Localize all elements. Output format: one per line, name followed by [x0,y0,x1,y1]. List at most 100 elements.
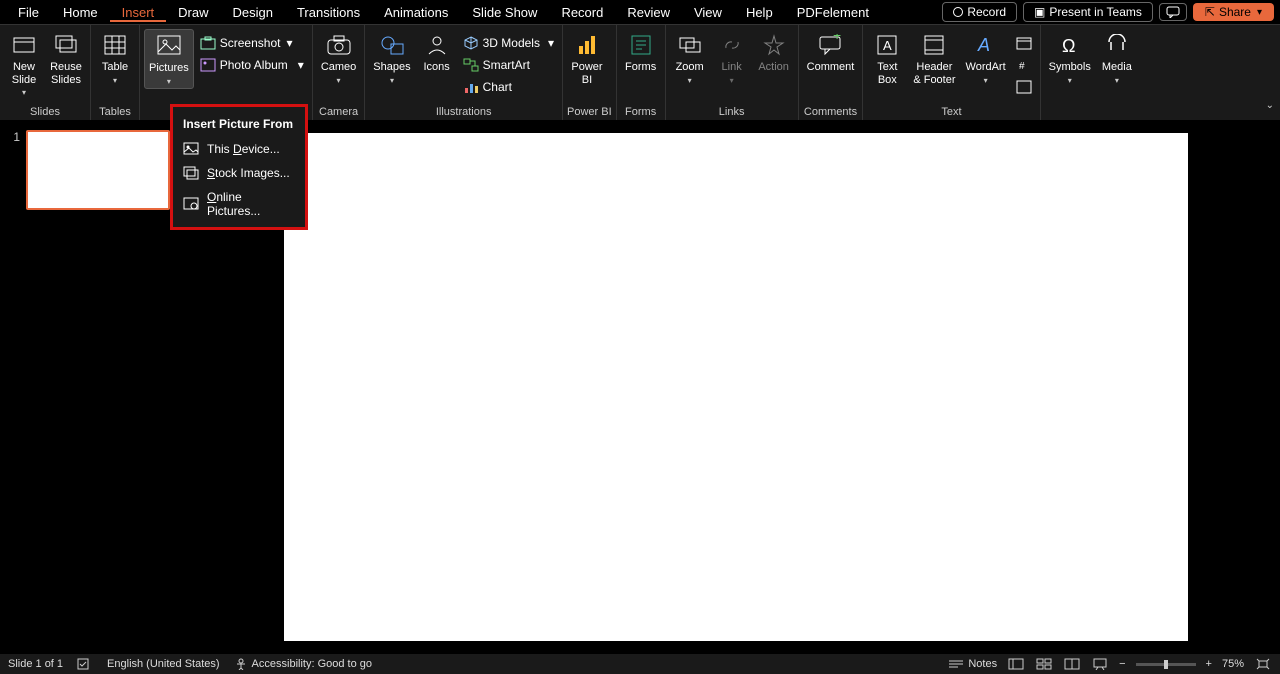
menu-left: File Home Insert Draw Design Transitions… [6,3,881,22]
language-status[interactable]: English (United States) [107,658,220,670]
chevron-down-icon[interactable]: ▾ [113,76,117,85]
menu-insert[interactable]: Insert [110,3,167,22]
this-device-item[interactable]: This Device... [173,137,305,161]
accessibility-status[interactable]: Accessibility: Good to go [234,658,372,670]
present-teams-button[interactable]: ▣ Present in Teams [1023,2,1153,22]
spellcheck-icon[interactable] [77,658,93,670]
photo-album-label: Photo Album [220,58,288,72]
pictures-label: Pictures [149,62,189,75]
menu-file[interactable]: File [6,3,51,22]
chevron-down-icon[interactable]: ▾ [1115,76,1119,85]
menu-record[interactable]: Record [549,3,615,22]
online-icon [183,197,199,211]
smartart-icon [463,57,479,73]
chevron-down-icon[interactable]: ▾ [298,58,304,72]
zoom-button[interactable]: Zoom ▾ [670,29,710,87]
menu-review[interactable]: Review [615,3,682,22]
cameo-button[interactable]: Cameo ▾ [317,29,360,87]
chevron-down-icon[interactable]: ▾ [548,36,554,50]
media-button[interactable]: Media ▾ [1097,29,1137,87]
chevron-down-icon[interactable]: ▾ [286,36,292,50]
notes-button[interactable]: Notes [948,658,997,670]
slide-canvas[interactable] [284,133,1188,641]
photo-album-button[interactable]: Photo Album ▾ [196,55,308,75]
chevron-down-icon[interactable]: ▾ [688,76,692,85]
normal-view-button[interactable] [1007,657,1025,671]
zoom-out-button[interactable]: − [1119,658,1125,670]
header-footer-label: Header & Footer [913,61,955,86]
menu-animations[interactable]: Animations [372,3,460,22]
record-button[interactable]: Record [942,2,1017,22]
shapes-button[interactable]: Shapes ▾ [369,29,414,87]
zoom-slider-thumb[interactable] [1164,660,1168,669]
pictures-button[interactable]: Pictures ▾ [144,29,194,89]
symbols-icon: Ω [1056,31,1084,59]
comment-button[interactable]: + Comment [803,29,859,76]
group-slides-label: Slides [4,104,86,120]
stock-images-label: Stock Images... [207,166,290,180]
zoom-level[interactable]: 75% [1222,658,1244,670]
zoom-label: Zoom [676,61,704,74]
pictures-icon [155,32,183,60]
chevron-down-icon[interactable]: ▾ [22,88,26,97]
smartart-button[interactable]: SmartArt [459,55,558,75]
group-powerbi-label: Power BI [567,104,612,120]
zoom-slider[interactable] [1136,663,1196,666]
chevron-down-icon[interactable]: ▾ [984,76,988,85]
table-button[interactable]: Table ▾ [95,29,135,87]
zoom-in-button[interactable]: + [1206,658,1212,670]
chevron-down-icon[interactable]: ▾ [1068,76,1072,85]
forms-label: Forms [625,61,656,74]
reading-view-button[interactable] [1063,657,1081,671]
online-pictures-item[interactable]: Online Pictures... [173,185,305,223]
share-icon: ⇱ [1205,5,1215,19]
slideshow-view-button[interactable] [1091,657,1109,671]
icons-button[interactable]: Icons [417,29,457,76]
group-tables-label: Tables [95,104,135,120]
menu-slideshow[interactable]: Slide Show [460,3,549,22]
menu-transitions[interactable]: Transitions [285,3,372,22]
fit-window-button[interactable] [1254,657,1272,671]
share-button[interactable]: ⇱ Share ▾ [1193,3,1274,21]
menu-pdfelement[interactable]: PDFelement [785,3,881,22]
menu-view[interactable]: View [682,3,734,22]
menu-draw[interactable]: Draw [166,3,220,22]
slide-number-button[interactable]: # [1012,55,1036,75]
stock-icon [183,166,199,180]
cube-icon [463,35,479,51]
textbox-button[interactable]: A Text Box [867,29,907,88]
wordart-button[interactable]: A WordArt ▾ [962,29,1010,87]
chevron-down-icon[interactable]: ▾ [167,77,171,86]
powerbi-button[interactable]: Power BI [567,29,607,88]
menu-home[interactable]: Home [51,3,110,22]
forms-button[interactable]: Forms [621,29,661,76]
cameo-label: Cameo [321,61,356,74]
symbols-button[interactable]: Ω Symbols ▾ [1045,29,1095,87]
reuse-slides-icon [52,31,80,59]
group-forms: Forms Forms [617,25,666,120]
date-time-button[interactable] [1012,33,1036,53]
reuse-slides-button[interactable]: Reuse Slides [46,29,86,88]
stock-images-item[interactable]: Stock Images... [173,161,305,185]
screenshot-button[interactable]: Screenshot ▾ [196,33,308,53]
sorter-view-button[interactable] [1035,657,1053,671]
symbols-label: Symbols [1049,61,1091,74]
chevron-down-icon[interactable]: ▾ [337,76,341,85]
slide-thumbnail-1[interactable] [26,130,170,210]
new-slide-button[interactable]: New Slide ▾ [4,29,44,99]
chevron-down-icon[interactable]: ▾ [390,76,394,85]
cameo-icon [325,31,353,59]
header-footer-button[interactable]: Header & Footer [909,29,959,88]
menu-help[interactable]: Help [734,3,785,22]
3d-models-button[interactable]: 3D Models ▾ [459,33,558,53]
ribbon-collapse-button[interactable]: ⌄ [1266,100,1274,111]
screenshot-icon [200,35,216,51]
chart-button[interactable]: Chart [459,77,558,97]
slide-counter[interactable]: Slide 1 of 1 [8,658,63,670]
thumbnail-pane[interactable]: 1 [0,120,192,654]
thumbnail-row[interactable]: 1 [8,130,184,210]
action-label: Action [758,61,789,74]
comments-toggle[interactable] [1159,3,1187,21]
object-button[interactable] [1012,77,1036,97]
menu-design[interactable]: Design [221,3,285,22]
